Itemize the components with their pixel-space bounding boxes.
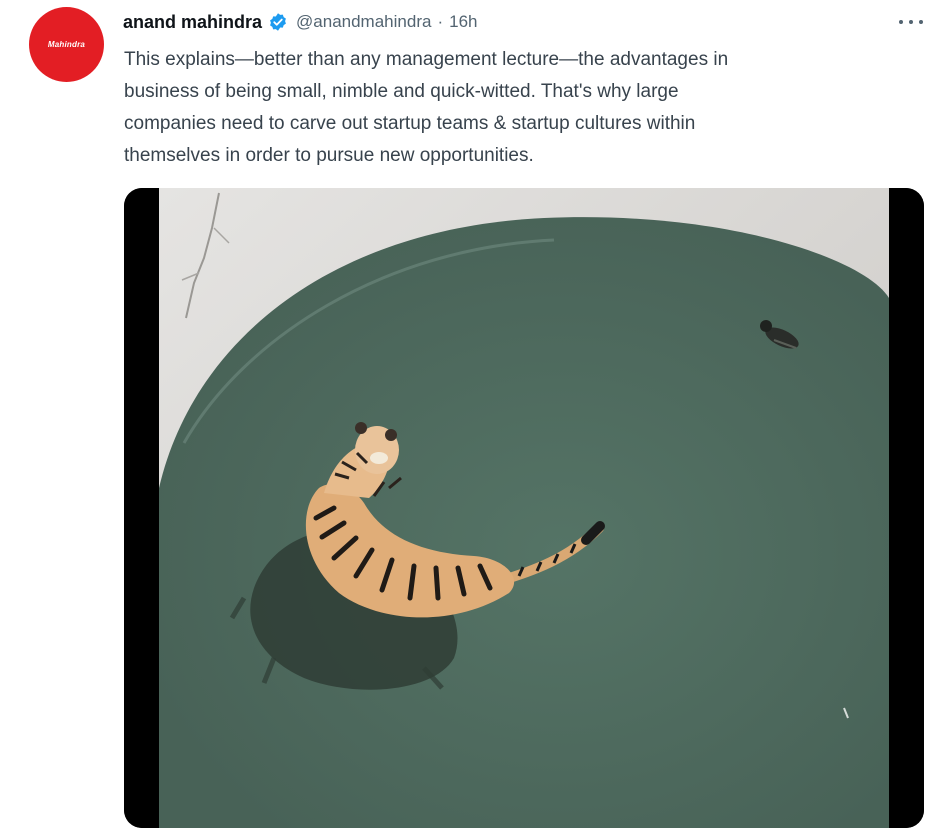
more-options-icon[interactable] [899,12,923,32]
author-handle[interactable]: @anandmahindra [296,12,431,32]
tweet-text-line: companies need to carve out startup team… [124,113,696,134]
avatar[interactable]: Mahindra [29,7,104,82]
mahindra-logo: Mahindra [47,40,86,49]
separator-dot: · [437,12,444,31]
tweet-text: This explains—better than any management… [124,44,914,172]
tweet-text-line: themselves in order to pursue new opport… [124,145,534,166]
verified-badge-icon [268,12,288,32]
tweet-header: anand mahindra @anandmahindra · 16h [123,11,477,33]
tweet-timestamp[interactable]: 16h [449,12,477,32]
video-frame [124,188,924,828]
author-name[interactable]: anand mahindra [123,12,262,33]
tweet-video[interactable] [124,188,924,828]
tweet-text-line: This explains—better than any management… [124,49,729,70]
tweet-text-line: business of being small, nimble and quic… [124,81,679,102]
tweet: Mahindra anand mahindra @anandmahindra ·… [0,0,950,828]
